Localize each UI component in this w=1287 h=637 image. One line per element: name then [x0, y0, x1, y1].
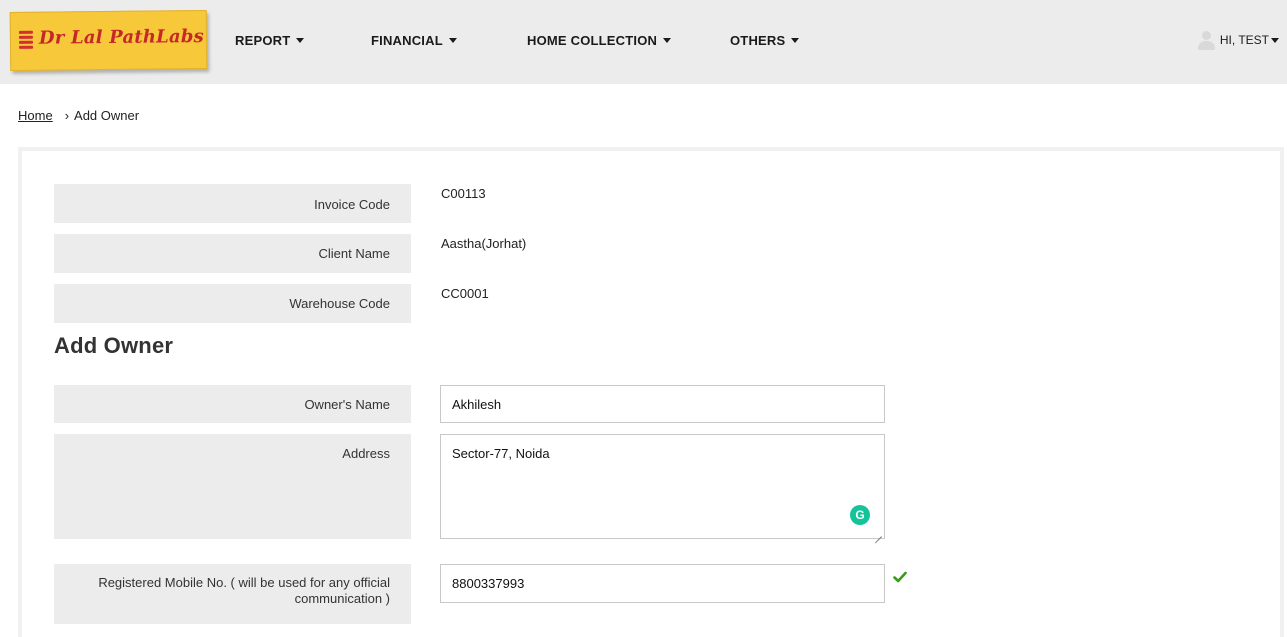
breadcrumb-home-link[interactable]: Home — [18, 108, 53, 123]
section-title: Add Owner — [54, 333, 174, 358]
nav-report-label: REPORT — [235, 33, 291, 48]
breadcrumb: Home › Add Owner — [18, 108, 139, 123]
client-name-label: Client Name — [54, 234, 411, 273]
top-header: Dr Lal PathLabs REPORT FINANCIAL HOME CO… — [0, 0, 1287, 84]
user-greeting: HI, TEST — [1219, 33, 1269, 47]
breadcrumb-current: Add Owner — [74, 108, 140, 123]
nav-others[interactable]: OTHERS — [730, 33, 800, 48]
nav-financial[interactable]: FINANCIAL — [371, 33, 457, 48]
logo-mark-icon — [18, 30, 34, 53]
warehouse-code-label: Warehouse Code — [54, 284, 411, 323]
caret-down-icon — [663, 38, 672, 43]
mobile-input[interactable] — [440, 564, 885, 603]
caret-down-icon — [448, 38, 457, 43]
address-textarea[interactable]: Sector-77, Noida — [440, 434, 885, 539]
caret-down-icon — [1271, 37, 1279, 43]
grammarly-icon[interactable]: G — [850, 505, 870, 525]
mobile-label-text: Registered Mobile No. ( will be used for… — [98, 575, 390, 606]
owner-name-label: Owner's Name — [54, 385, 411, 423]
caret-down-icon — [296, 38, 305, 43]
owner-name-input[interactable] — [440, 385, 885, 423]
brand-name: Dr Lal PathLabs — [38, 26, 205, 49]
invoice-code-label: Invoice Code — [54, 184, 411, 223]
caret-down-icon — [791, 38, 800, 43]
nav-home-collection[interactable]: HOME COLLECTION — [527, 33, 672, 48]
invoice-code-value: C00113 — [441, 186, 486, 201]
resize-handle-icon[interactable] — [873, 528, 883, 544]
client-name-value: Aastha(Jorhat) — [441, 236, 527, 251]
brand-logo[interactable]: Dr Lal PathLabs — [9, 9, 208, 72]
nav-report[interactable]: REPORT — [235, 33, 305, 48]
nav-others-label: OTHERS — [730, 33, 786, 48]
warehouse-code-value: CC0001 — [441, 286, 489, 301]
chevron-right-icon: › — [64, 108, 70, 123]
mobile-label: Registered Mobile No. ( will be used for… — [54, 564, 411, 624]
nav-financial-label: FINANCIAL — [371, 33, 443, 48]
address-label: Address — [54, 434, 411, 539]
user-avatar-icon — [1196, 30, 1216, 50]
nav-home-collection-label: HOME COLLECTION — [527, 33, 658, 48]
user-menu[interactable]: HI, TEST — [1196, 30, 1279, 50]
check-valid-icon — [893, 571, 907, 583]
